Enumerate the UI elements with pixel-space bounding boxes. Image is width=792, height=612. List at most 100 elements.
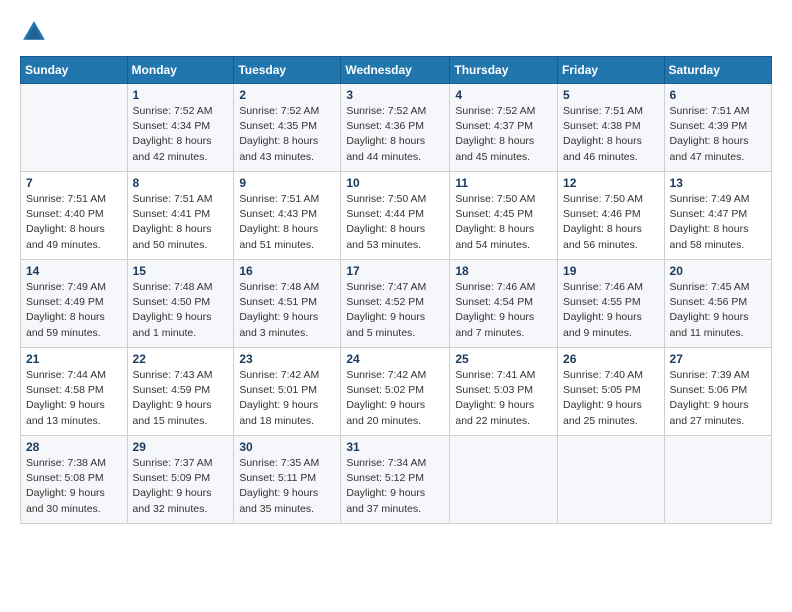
day-info: Sunrise: 7:43 AMSunset: 4:59 PMDaylight:… (133, 368, 229, 429)
day-info: Sunrise: 7:50 AMSunset: 4:45 PMDaylight:… (455, 192, 552, 253)
day-cell: 25Sunrise: 7:41 AMSunset: 5:03 PMDayligh… (450, 348, 558, 436)
day-number: 18 (455, 264, 552, 278)
day-cell: 28Sunrise: 7:38 AMSunset: 5:08 PMDayligh… (21, 436, 128, 524)
day-cell: 11 Sunrise: 7:50 AMSunset: 4:45 PMDayligh… (450, 172, 558, 260)
day-info: Sunrise: 7:46 AMSunset: 4:54 PMDaylight:… (455, 280, 552, 341)
day-cell: 30 Sunrise: 7:35 AMSunset: 5:11 PMDayligh… (234, 436, 341, 524)
day-number: 30 (239, 440, 335, 454)
day-number: 28 (26, 440, 122, 454)
day-number: 24 (346, 352, 444, 366)
day-number: 25 (455, 352, 552, 366)
day-cell: 15 Sunrise: 7:48 AMSunset: 4:50 PMDayligh… (127, 260, 234, 348)
weekday-header-wednesday: Wednesday (341, 57, 450, 84)
day-number: 3 (346, 88, 444, 102)
day-number: 6 (670, 88, 766, 102)
header (20, 18, 772, 46)
day-number: 8 (133, 176, 229, 190)
day-cell (664, 436, 771, 524)
day-info: Sunrise: 7:51 AMSunset: 4:40 PMDaylight:… (26, 192, 122, 253)
day-number: 23 (239, 352, 335, 366)
day-number: 17 (346, 264, 444, 278)
day-number: 31 (346, 440, 444, 454)
day-number: 19 (563, 264, 659, 278)
day-info: Sunrise: 7:50 AMSunset: 4:46 PMDaylight:… (563, 192, 659, 253)
day-info: Sunrise: 7:44 AMSunset: 4:58 PMDaylight:… (26, 368, 122, 429)
day-number: 22 (133, 352, 229, 366)
day-cell: 22 Sunrise: 7:43 AMSunset: 4:59 PMDayligh… (127, 348, 234, 436)
week-row-2: 7 Sunrise: 7:51 AMSunset: 4:40 PMDaylight… (21, 172, 772, 260)
day-cell: 3 Sunrise: 7:52 AMSunset: 4:36 PMDaylight… (341, 84, 450, 172)
day-info: Sunrise: 7:48 AMSunset: 4:51 PMDaylight:… (239, 280, 335, 341)
day-number: 26 (563, 352, 659, 366)
day-info: Sunrise: 7:51 AMSunset: 4:39 PMDaylight:… (670, 104, 766, 165)
day-cell: 19 Sunrise: 7:46 AMSunset: 4:55 PMDayligh… (558, 260, 665, 348)
day-info: Sunrise: 7:52 AMSunset: 4:34 PMDaylight:… (133, 104, 229, 165)
weekday-header-row: SundayMondayTuesdayWednesdayThursdayFrid… (21, 57, 772, 84)
day-info: Sunrise: 7:49 AMSunset: 4:49 PMDaylight:… (26, 280, 122, 341)
week-row-3: 14 Sunrise: 7:49 AMSunset: 4:49 PMDayligh… (21, 260, 772, 348)
day-number: 7 (26, 176, 122, 190)
day-cell (450, 436, 558, 524)
day-cell: 14 Sunrise: 7:49 AMSunset: 4:49 PMDayligh… (21, 260, 128, 348)
day-number: 10 (346, 176, 444, 190)
week-row-5: 28Sunrise: 7:38 AMSunset: 5:08 PMDayligh… (21, 436, 772, 524)
day-info: Sunrise: 7:50 AMSunset: 4:44 PMDaylight:… (346, 192, 444, 253)
day-info: Sunrise: 7:52 AMSunset: 4:36 PMDaylight:… (346, 104, 444, 165)
day-info: Sunrise: 7:51 AMSunset: 4:41 PMDaylight:… (133, 192, 229, 253)
day-number: 16 (239, 264, 335, 278)
day-cell: 8 Sunrise: 7:51 AMSunset: 4:41 PMDaylight… (127, 172, 234, 260)
day-cell: 31 Sunrise: 7:34 AMSunset: 5:12 PMDayligh… (341, 436, 450, 524)
day-cell: 10 Sunrise: 7:50 AMSunset: 4:44 PMDayligh… (341, 172, 450, 260)
day-cell: 7 Sunrise: 7:51 AMSunset: 4:40 PMDaylight… (21, 172, 128, 260)
day-number: 20 (670, 264, 766, 278)
day-cell: 9 Sunrise: 7:51 AMSunset: 4:43 PMDaylight… (234, 172, 341, 260)
day-info: Sunrise: 7:37 AMSunset: 5:09 PMDaylight:… (133, 456, 229, 517)
day-cell: 23 Sunrise: 7:42 AMSunset: 5:01 PMDayligh… (234, 348, 341, 436)
weekday-header-thursday: Thursday (450, 57, 558, 84)
calendar-page: SundayMondayTuesdayWednesdayThursdayFrid… (0, 0, 792, 612)
day-info: Sunrise: 7:46 AMSunset: 4:55 PMDaylight:… (563, 280, 659, 341)
day-cell (21, 84, 128, 172)
day-number: 9 (239, 176, 335, 190)
day-cell: 21 Sunrise: 7:44 AMSunset: 4:58 PMDayligh… (21, 348, 128, 436)
calendar-table: SundayMondayTuesdayWednesdayThursdayFrid… (20, 56, 772, 524)
day-number: 11 (455, 176, 552, 190)
day-info: Sunrise: 7:47 AMSunset: 4:52 PMDaylight:… (346, 280, 444, 341)
day-number: 4 (455, 88, 552, 102)
day-number: 5 (563, 88, 659, 102)
weekday-header-saturday: Saturday (664, 57, 771, 84)
day-cell: 24Sunrise: 7:42 AMSunset: 5:02 PMDayligh… (341, 348, 450, 436)
day-cell: 1 Sunrise: 7:52 AMSunset: 4:34 PMDaylight… (127, 84, 234, 172)
day-info: Sunrise: 7:48 AMSunset: 4:50 PMDaylight:… (133, 280, 229, 341)
logo-icon (20, 18, 48, 46)
day-number: 2 (239, 88, 335, 102)
day-info: Sunrise: 7:34 AMSunset: 5:12 PMDaylight:… (346, 456, 444, 517)
day-cell: 6 Sunrise: 7:51 AMSunset: 4:39 PMDaylight… (664, 84, 771, 172)
day-cell (558, 436, 665, 524)
week-row-1: 1 Sunrise: 7:52 AMSunset: 4:34 PMDaylight… (21, 84, 772, 172)
day-number: 21 (26, 352, 122, 366)
weekday-header-monday: Monday (127, 57, 234, 84)
day-info: Sunrise: 7:40 AMSunset: 5:05 PMDaylight:… (563, 368, 659, 429)
day-number: 1 (133, 88, 229, 102)
day-info: Sunrise: 7:35 AMSunset: 5:11 PMDaylight:… (239, 456, 335, 517)
day-cell: 17 Sunrise: 7:47 AMSunset: 4:52 PMDayligh… (341, 260, 450, 348)
day-info: Sunrise: 7:39 AMSunset: 5:06 PMDaylight:… (670, 368, 766, 429)
day-number: 12 (563, 176, 659, 190)
day-info: Sunrise: 7:52 AMSunset: 4:35 PMDaylight:… (239, 104, 335, 165)
day-number: 29 (133, 440, 229, 454)
day-info: Sunrise: 7:51 AMSunset: 4:38 PMDaylight:… (563, 104, 659, 165)
day-cell: 27 Sunrise: 7:39 AMSunset: 5:06 PMDayligh… (664, 348, 771, 436)
day-number: 14 (26, 264, 122, 278)
day-number: 15 (133, 264, 229, 278)
weekday-header-friday: Friday (558, 57, 665, 84)
day-info: Sunrise: 7:42 AMSunset: 5:01 PMDaylight:… (239, 368, 335, 429)
day-info: Sunrise: 7:51 AMSunset: 4:43 PMDaylight:… (239, 192, 335, 253)
day-number: 27 (670, 352, 766, 366)
day-cell: 5 Sunrise: 7:51 AMSunset: 4:38 PMDaylight… (558, 84, 665, 172)
day-cell: 4 Sunrise: 7:52 AMSunset: 4:37 PMDaylight… (450, 84, 558, 172)
week-row-4: 21 Sunrise: 7:44 AMSunset: 4:58 PMDayligh… (21, 348, 772, 436)
day-info: Sunrise: 7:52 AMSunset: 4:37 PMDaylight:… (455, 104, 552, 165)
day-cell: 18 Sunrise: 7:46 AMSunset: 4:54 PMDayligh… (450, 260, 558, 348)
day-info: Sunrise: 7:45 AMSunset: 4:56 PMDaylight:… (670, 280, 766, 341)
